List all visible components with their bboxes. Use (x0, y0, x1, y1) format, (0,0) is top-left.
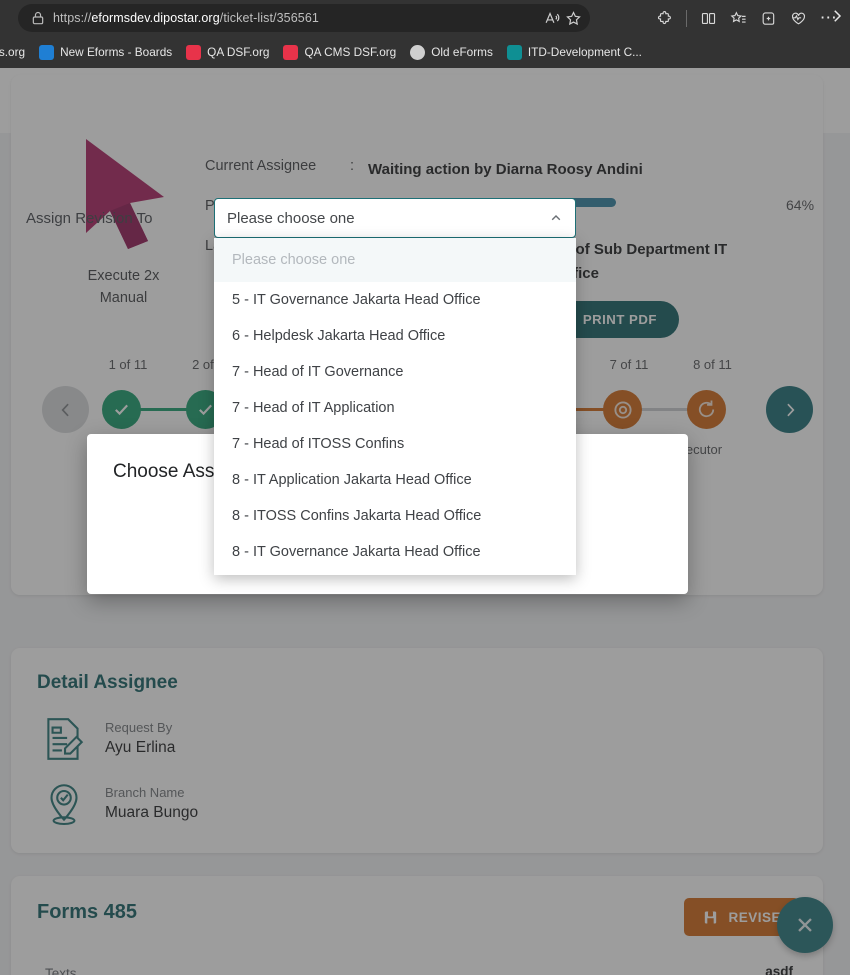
bookmark-label: Old eForms (431, 45, 493, 59)
sphere-icon (410, 44, 426, 60)
bookmark-label: QA DSF.org (207, 45, 270, 59)
dropdown-option[interactable]: 8 - IT Application Jakarta Head Office (214, 462, 576, 498)
dropdown-option-placeholder[interactable]: Please choose one (214, 238, 576, 282)
read-aloud-icon[interactable] (544, 10, 561, 27)
browser-essentials-icon[interactable] (790, 10, 807, 27)
dropdown-option[interactable]: 5 - IT Governance Jakarta Head Office (214, 282, 576, 318)
bookmark-item[interactable]: ITD-Development C... (500, 43, 649, 62)
application-viewport: Search Anything... Hi, Diarna Roosy Andi… (0, 68, 850, 975)
bookmark-item[interactable]: QA CMS DSF.org (276, 43, 403, 62)
dsf-icon (186, 44, 202, 60)
toolbar-divider (685, 9, 687, 27)
dropdown-option[interactable]: 8 - ITOSS Confins Jakarta Head Office (214, 498, 576, 534)
assign-revision-select[interactable]: Please choose one (214, 198, 576, 238)
dropdown-option[interactable]: 7 - Head of IT Application (214, 390, 576, 426)
bookmark-item[interactable]: New Eforms - Boards (32, 43, 179, 62)
url-text: https://eformsdev.dipostar.org/ticket-li… (53, 11, 319, 25)
browser-toolbar: https://eformsdev.dipostar.org/ticket-li… (0, 0, 850, 36)
assign-revision-dropdown[interactable]: Please choose one 5 - IT Governance Jakar… (214, 238, 576, 575)
assign-revision-select-value: Please choose one (227, 209, 355, 227)
browser-chrome: https://eformsdev.dipostar.org/ticket-li… (0, 0, 850, 68)
dsf-icon (283, 44, 299, 60)
chevron-up-icon (551, 214, 561, 221)
lock-icon (32, 11, 44, 25)
dropdown-option[interactable]: 6 - Helpdesk Jakarta Head Office (214, 318, 576, 354)
sharepoint-icon (506, 44, 522, 60)
bookmark-label: ITD-Development C... (527, 45, 642, 59)
assign-revision-label: Assign Revision To (26, 210, 153, 227)
star-icon[interactable] (565, 10, 582, 27)
bookmarks-bar: ms.org New Eforms - Boards QA DSF.org QA CM… (0, 36, 850, 68)
azure-devops-icon (39, 44, 55, 60)
bookmark-label: ms.org (0, 45, 26, 59)
split-screen-icon[interactable] (700, 10, 717, 27)
bookmarks-overflow-icon[interactable] (828, 7, 846, 25)
toolbar-icon-group: ⋯ (656, 0, 844, 36)
bookmark-label: QA CMS DSF.org (304, 45, 397, 59)
bookmark-item[interactable]: ms.org (0, 43, 32, 61)
bookmark-label: New Eforms - Boards (60, 45, 173, 59)
bookmark-item[interactable]: QA DSF.org (179, 43, 276, 62)
extensions-puzzle-icon[interactable] (656, 10, 673, 27)
address-bar[interactable]: https://eformsdev.dipostar.org/ticket-li… (18, 4, 590, 32)
collections-icon[interactable] (760, 10, 777, 27)
dropdown-option[interactable]: 7 - Head of IT Governance (214, 354, 576, 390)
dropdown-option[interactable]: 7 - Head of ITOSS Confins (214, 426, 576, 462)
bookmark-item[interactable]: Old eForms (403, 43, 500, 62)
favorites-list-icon[interactable] (730, 10, 747, 27)
dropdown-option[interactable]: 8 - IT Governance Jakarta Head Office (214, 534, 576, 570)
